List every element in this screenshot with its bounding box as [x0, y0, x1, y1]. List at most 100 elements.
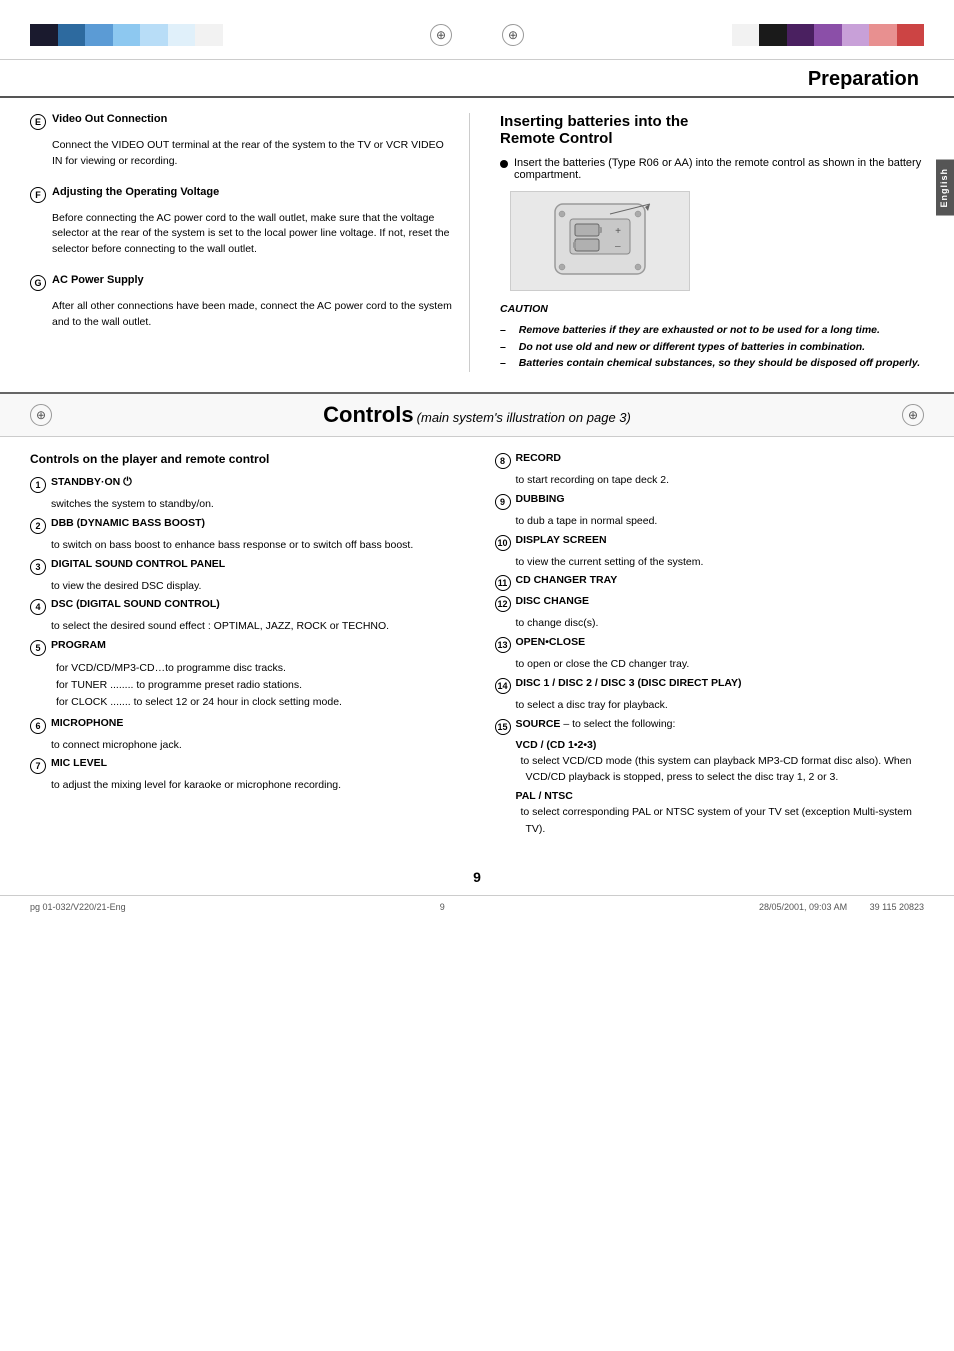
compass-left: ⊕: [430, 24, 452, 46]
section-g-title: AC Power Supply: [52, 274, 144, 286]
control-item-4-header: 4 DSC (DIGITAL SOUND CONTROL): [30, 598, 460, 615]
number-14: 14: [495, 678, 511, 694]
bar-seg-5: [140, 24, 168, 46]
page-number: 9: [0, 859, 954, 895]
control-item-5: 5 PROGRAM for VCD/CD/MP3-CD…to programme…: [30, 639, 460, 710]
number-1: 1: [30, 477, 46, 493]
item-7-label: MIC LEVEL: [51, 757, 107, 769]
rbar-seg-8: [897, 24, 925, 46]
program-sub-3: for CLOCK ....... to select 12 or 24 hou…: [51, 694, 460, 711]
control-item-9-header: 9 DUBBING: [495, 493, 925, 510]
footer: pg 01-032/V220/21-Eng 9 28/05/2001, 09:0…: [0, 895, 954, 918]
item-15-vcd-heading: VCD / (CD 1•2•3): [516, 739, 925, 751]
item-12-desc: to change disc(s).: [516, 616, 925, 632]
item-6-label: MICROPHONE: [51, 717, 123, 729]
control-item-3: 3 DIGITAL SOUND CONTROL PANEL to view th…: [30, 558, 460, 595]
control-item-8-header: 8 RECORD: [495, 452, 925, 469]
control-item-11-header: 11 CD CHANGER TRAY: [495, 574, 925, 591]
controls-header-row: ⊕ Controls (main system's illustration o…: [0, 394, 954, 437]
bar-seg-1: [30, 24, 58, 46]
item-8-desc: to start recording on tape deck 2.: [516, 473, 925, 489]
bar-seg-8: [223, 24, 251, 46]
item-4-desc: to select the desired sound effect : OPT…: [51, 619, 460, 635]
caution-item-2: – Do not use old and new or different ty…: [500, 339, 924, 356]
controls-left-col: Controls on the player and remote contro…: [30, 452, 470, 844]
section-f: F Adjusting the Operating Voltage Before…: [30, 186, 454, 258]
number-10: 10: [495, 535, 511, 551]
control-item-9: 9 DUBBING to dub a tape in normal speed.: [495, 493, 925, 530]
program-sub-1: for VCD/CD/MP3-CD…to programme disc trac…: [51, 660, 460, 677]
control-item-12: 12 DISC CHANGE to change disc(s).: [495, 595, 925, 632]
battery-bullet-item: Insert the batteries (Type R06 or AA) in…: [500, 157, 924, 181]
rbar-seg-2: [732, 24, 760, 46]
circle-letter-f: F: [30, 187, 46, 203]
item-15-vcd-desc: to select VCD/CD mode (this system can p…: [516, 753, 925, 787]
item-5-sub-items: for VCD/CD/MP3-CD…to programme disc trac…: [51, 660, 460, 710]
section-f-body: Before connecting the AC power cord to t…: [52, 211, 454, 258]
control-item-13: 13 OPEN•CLOSE to open or close the CD ch…: [495, 636, 925, 673]
number-3: 3: [30, 559, 46, 575]
rbar-seg-3: [759, 24, 787, 46]
svg-text:–: –: [614, 241, 621, 252]
footer-right: 28/05/2001, 09:03 AM 39 115 20823: [759, 902, 924, 912]
number-13: 13: [495, 637, 511, 653]
control-item-10: 10 DISPLAY SCREEN to view the current se…: [495, 534, 925, 571]
control-item-15-header: 15 SOURCE – to select the following:: [495, 718, 925, 735]
section-e-header: E Video Out Connection: [30, 113, 454, 130]
program-sub-2: for TUNER ........ to programme preset r…: [51, 677, 460, 694]
number-5: 5: [30, 640, 46, 656]
item-1-label: STANDBY·ON ⏻: [51, 476, 132, 489]
item-12-label: DISC CHANGE: [516, 595, 590, 607]
battery-bullet-text: Insert the batteries (Type R06 or AA) in…: [514, 157, 924, 181]
control-item-10-header: 10 DISPLAY SCREEN: [495, 534, 925, 551]
control-item-1-header: 1 STANDBY·ON ⏻: [30, 476, 460, 493]
section-e-body: Connect the VIDEO OUT terminal at the re…: [52, 138, 454, 170]
caution-title: CAUTION: [500, 301, 924, 318]
number-8: 8: [495, 453, 511, 469]
number-2: 2: [30, 518, 46, 534]
rbar-seg-6: [842, 24, 870, 46]
rbar-seg-1: [704, 24, 732, 46]
footer-center: 9: [440, 902, 445, 912]
number-12: 12: [495, 596, 511, 612]
controls-right-col: 8 RECORD to start recording on tape deck…: [490, 452, 925, 844]
number-4: 4: [30, 599, 46, 615]
control-item-4: 4 DSC (DIGITAL SOUND CONTROL) to select …: [30, 598, 460, 635]
item-1-desc: switches the system to standby/on.: [51, 497, 460, 513]
top-decoration: ⊕ ⊕: [0, 0, 954, 60]
rbar-seg-7: [869, 24, 897, 46]
page-title-text: Preparation: [808, 68, 919, 90]
control-item-2: 2 DBB (DYNAMIC BASS BOOST) to switch on …: [30, 517, 460, 554]
item-3-label: DIGITAL SOUND CONTROL PANEL: [51, 558, 225, 570]
item-10-label: DISPLAY SCREEN: [516, 534, 607, 546]
number-6: 6: [30, 718, 46, 734]
control-item-15: 15 SOURCE – to select the following: VCD…: [495, 718, 925, 838]
section-f-header: F Adjusting the Operating Voltage: [30, 186, 454, 203]
control-item-7: 7 MIC LEVEL to adjust the mixing level f…: [30, 757, 460, 794]
rbar-seg-5: [814, 24, 842, 46]
bar-seg-6: [168, 24, 196, 46]
control-item-5-header: 5 PROGRAM: [30, 639, 460, 656]
caution-item-3: – Batteries contain chemical substances,…: [500, 355, 924, 372]
item-2-desc: to switch on bass boost to enhance bass …: [51, 538, 460, 554]
item-7-desc: to adjust the mixing level for karaoke o…: [51, 778, 460, 794]
number-11: 11: [495, 575, 511, 591]
battery-image: + –: [510, 191, 690, 291]
item-10-desc: to view the current setting of the syste…: [516, 555, 925, 571]
bar-seg-7: [195, 24, 223, 46]
compass-right: ⊕: [502, 24, 524, 46]
controls-compass-left: ⊕: [30, 404, 52, 426]
section-g: G AC Power Supply After all other connec…: [30, 274, 454, 331]
svg-text:+: +: [615, 226, 621, 237]
control-item-8: 8 RECORD to start recording on tape deck…: [495, 452, 925, 489]
controls-title-container: Controls (main system's illustration on …: [62, 402, 892, 428]
caution-section: CAUTION – Remove batteries if they are e…: [500, 301, 924, 372]
item-6-desc: to connect microphone jack.: [51, 738, 460, 754]
controls-content: Controls on the player and remote contro…: [0, 437, 954, 859]
item-15-pal-heading: PAL / NTSC: [516, 790, 925, 802]
bar-seg-3: [85, 24, 113, 46]
item-13-desc: to open or close the CD changer tray.: [516, 657, 925, 673]
item-9-desc: to dub a tape in normal speed.: [516, 514, 925, 530]
rbar-seg-4: [787, 24, 815, 46]
number-15: 15: [495, 719, 511, 735]
